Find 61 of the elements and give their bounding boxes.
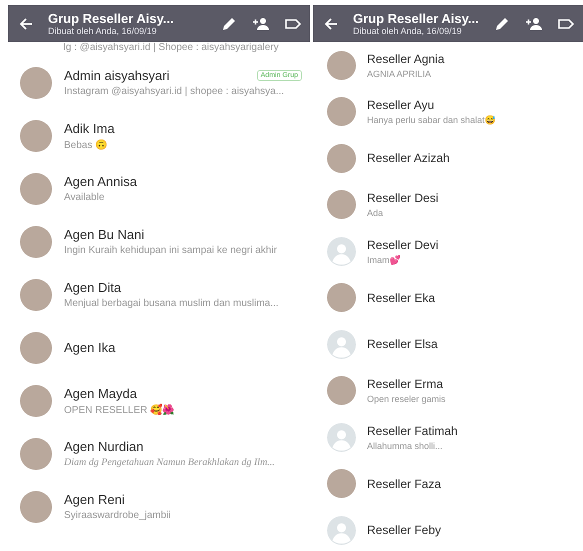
member-name[interactable]: Reseller Ayu (367, 98, 434, 112)
member-status: OPEN RESELLER 🥰🌺 (64, 404, 176, 416)
member-name[interactable]: Reseller Faza (367, 476, 442, 491)
default-avatar-icon (327, 236, 356, 266)
member-name[interactable]: Agen Ika (64, 340, 116, 355)
member-status: Available (64, 192, 106, 203)
photo-placeholder (20, 438, 52, 470)
member-status: Diam dg Pengetahuan Namun Berakhlakan dg Ilm... (64, 457, 276, 468)
member-name[interactable]: Adik Ima (64, 120, 115, 136)
member-name[interactable]: Agen Nurdian (64, 439, 144, 454)
member-status: Ingin Kuraih kehidupan ini sampai ke negri akhir (64, 245, 278, 256)
default-avatar-icon (327, 330, 356, 359)
photo-placeholder (327, 97, 356, 126)
member-name[interactable]: Agen Mayda (64, 386, 137, 400)
member-name[interactable]: Agen Annisa (64, 174, 138, 189)
photo-placeholder (20, 172, 52, 204)
group-title[interactable]: Grup Reseller Aisy... (48, 11, 206, 26)
member-status: Hanya perlu sabar dan shalat😅 (367, 115, 497, 126)
photo-placeholder (20, 226, 52, 258)
photo-placeholder (327, 50, 356, 80)
group-title[interactable]: Grup Reseller Aisy... (353, 11, 479, 26)
photo-placeholder (327, 190, 356, 220)
member-name[interactable]: Reseller Desi (367, 191, 438, 206)
member-name[interactable]: Admin aisyahsyari (64, 68, 170, 83)
member-status: AGNIA APRILIA (367, 68, 432, 79)
member-status: Ig : @aisyahsyari.id | Shopee : aisyahsyarigalery (63, 42, 279, 53)
default-avatar-icon (327, 422, 356, 452)
member-status: Imam💕 (367, 254, 402, 265)
default-avatar-icon (327, 516, 356, 545)
member-name[interactable]: Reseller Elsa (367, 337, 438, 352)
photo-placeholder (20, 66, 52, 98)
photo-placeholder (20, 332, 52, 364)
group-subtitle: Dibuat oleh Anda, 16/09/19 (48, 26, 158, 36)
member-status: Allahumma sholli... (367, 440, 444, 451)
photo-placeholder (327, 283, 356, 312)
member-status: Bebas 🙃 (64, 138, 108, 150)
back-arrow-icon[interactable] (18, 16, 34, 32)
group-subtitle: Dibuat oleh Anda, 16/09/19 (353, 26, 463, 36)
photo-placeholder (327, 144, 356, 173)
photo-placeholder (20, 120, 52, 152)
member-name[interactable]: Reseller Devi (367, 238, 438, 252)
back-arrow-icon[interactable] (323, 16, 339, 32)
member-name[interactable]: Agen Bu Nani (64, 227, 144, 242)
member-name[interactable]: Reseller Erma (367, 377, 444, 392)
member-name[interactable]: Reseller Fatimah (367, 424, 458, 438)
member-status: Open reseler gamis (367, 394, 447, 404)
member-name[interactable]: Reseller Eka (367, 290, 436, 305)
photo-placeholder (20, 278, 52, 310)
member-name[interactable]: Reseller Feby (367, 523, 442, 538)
member-status: Instagram @aisyahsyari.id | shopee : aisyahsya... (64, 86, 286, 97)
photo-placeholder (20, 384, 52, 416)
member-name[interactable]: Agen Dita (64, 280, 122, 295)
member-name[interactable]: Reseller Azizah (367, 151, 450, 166)
photo-placeholder (327, 469, 356, 498)
member-status: Menjual berbagai busana muslim dan muslima... (64, 298, 280, 309)
member-name[interactable]: Agen Reni (64, 492, 125, 507)
photo-placeholder (20, 490, 52, 522)
member-status: Ada (367, 208, 384, 218)
member-name[interactable]: Reseller Agnia (367, 52, 444, 66)
member-status: Syiraaswardrobe_jambii (64, 510, 172, 521)
photo-placeholder (327, 376, 356, 406)
